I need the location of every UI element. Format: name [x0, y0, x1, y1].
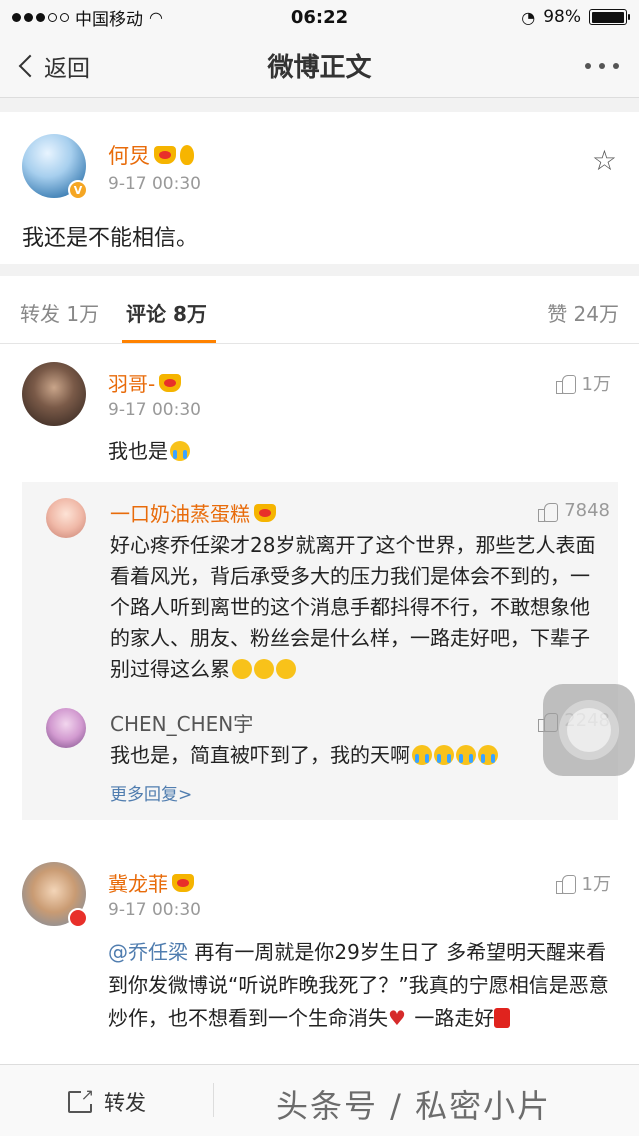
comment-time: 9-17 00:30	[108, 900, 201, 920]
post-card: V 何炅 9-17 00:30 ☆ 我还是不能相信。	[0, 112, 639, 264]
nav-bar: 返回 微博正文	[0, 34, 639, 98]
comment-text: 我也是	[108, 436, 190, 467]
avatar[interactable]	[46, 498, 86, 538]
comment-username[interactable]: 羽哥-	[108, 368, 182, 397]
reply-text-content: 我也是，简直被吓到了，我的天啊	[110, 743, 410, 767]
battery-icon	[589, 9, 630, 25]
status-time: 06:22	[290, 6, 349, 28]
comment-username-text: 羽哥-	[108, 372, 156, 396]
comment-text-content: 我也是	[108, 439, 168, 463]
crying-emoji-icon	[412, 745, 432, 765]
sad-emoji-icon	[276, 659, 296, 679]
back-button[interactable]: 返回	[16, 49, 90, 83]
broken-heart-icon: ♥	[388, 1006, 406, 1030]
comment-text: @乔任梁 再有一周就是你29岁生日了 多希望明天醒来看到你发微博说“听说昨晚我死…	[108, 936, 618, 1035]
sad-emoji-icon	[254, 659, 274, 679]
thumb-up-icon	[555, 373, 576, 394]
status-left: 中国移动 ◠	[12, 5, 252, 30]
comment-username-text: 冀龙菲	[108, 872, 168, 896]
reply-text: 我也是，简直被吓到了，我的天啊	[110, 740, 602, 771]
post-time: 9-17 00:30	[108, 174, 201, 194]
tab-comments[interactable]: 评论 8万	[126, 298, 207, 327]
lock-rotation-icon: ◔	[521, 7, 536, 27]
like-count: 7848	[564, 500, 610, 521]
reply-text-content: 好心疼乔任梁才28岁就离开了这个世界，那些艺人表面看着风光，背后承受多大的压力我…	[110, 533, 596, 681]
wifi-icon: ◠	[149, 7, 163, 27]
verified-badge: V	[68, 180, 88, 200]
like-count: 1万	[581, 374, 611, 395]
balloon-icon	[180, 145, 194, 165]
more-replies-link[interactable]: 更多回复>	[110, 780, 192, 805]
battery-percent: 98%	[543, 7, 581, 27]
status-bar: 中国移动 ◠ 06:22 ◔ 98%	[0, 0, 639, 34]
page-title: 微博正文	[267, 53, 372, 83]
reply-text: 好心疼乔任梁才28岁就离开了这个世界，那些艺人表面看着风光，背后承受多大的压力我…	[110, 530, 602, 685]
comment-time: 9-17 00:30	[108, 400, 201, 420]
like-count: 1万	[581, 874, 611, 895]
mention-link[interactable]: @乔任梁	[108, 940, 188, 964]
back-label: 返回	[44, 55, 90, 82]
crown-icon	[159, 373, 182, 392]
carrier-label: 中国移动	[75, 9, 143, 30]
repost-label: 转发	[104, 1091, 146, 1115]
tab-active-indicator	[122, 340, 216, 343]
repost-button[interactable]: 转发	[68, 1085, 146, 1117]
tab-likes[interactable]: 赞 24万	[547, 298, 619, 327]
reply-username[interactable]: 一口奶油蒸蛋糕	[110, 498, 276, 527]
back-chevron-icon	[18, 54, 42, 77]
watermark: 头条号 / 私密小片	[276, 1087, 552, 1125]
post-username-text: 何炅	[108, 144, 150, 168]
tab-repost[interactable]: 转发 1万	[20, 298, 99, 327]
crown-icon	[254, 503, 276, 522]
crown-icon	[172, 873, 194, 892]
candle-icon	[494, 1008, 511, 1028]
reply-username[interactable]: CHEN_CHEN宇	[110, 708, 253, 737]
comment-text-tail: 一路走好	[408, 1006, 495, 1030]
assistive-touch-button[interactable]	[543, 684, 635, 776]
share-icon	[68, 1085, 94, 1113]
post-text: 我还是不能相信。	[22, 226, 199, 251]
crying-emoji-icon	[170, 441, 190, 461]
crown-icon	[154, 146, 176, 164]
avatar[interactable]	[22, 362, 86, 426]
like-button[interactable]: 1万	[555, 370, 611, 396]
avatar[interactable]	[46, 708, 86, 748]
thumb-up-icon	[555, 873, 576, 894]
divider	[213, 1083, 214, 1117]
tab-bar: 转发 1万 评论 8万 赞 24万	[0, 276, 639, 344]
reply-username-text: 一口奶油蒸蛋糕	[110, 502, 250, 526]
reply-username-text: CHEN_CHEN宇	[110, 712, 254, 736]
post-username[interactable]: 何炅	[108, 140, 194, 170]
member-badge	[68, 908, 88, 928]
star-icon[interactable]: ☆	[592, 144, 617, 177]
like-button[interactable]: 7848	[538, 500, 610, 522]
signal-icon	[12, 12, 69, 22]
crying-emoji-icon	[434, 745, 454, 765]
more-icon[interactable]	[585, 62, 619, 69]
status-right: ◔ 98%	[387, 7, 630, 27]
sad-emoji-icon	[232, 659, 252, 679]
reply-box: 一口奶油蒸蛋糕 7848 好心疼乔任梁才28岁就离开了这个世界，那些艺人表面看着…	[22, 482, 618, 820]
crying-emoji-icon	[478, 745, 498, 765]
like-button[interactable]: 1万	[555, 870, 611, 896]
thumb-up-icon	[538, 501, 559, 522]
crying-emoji-icon	[456, 745, 476, 765]
bottom-bar: 转发 头条号 / 私密小片	[0, 1064, 639, 1136]
comment-username[interactable]: 冀龙菲	[108, 868, 194, 897]
